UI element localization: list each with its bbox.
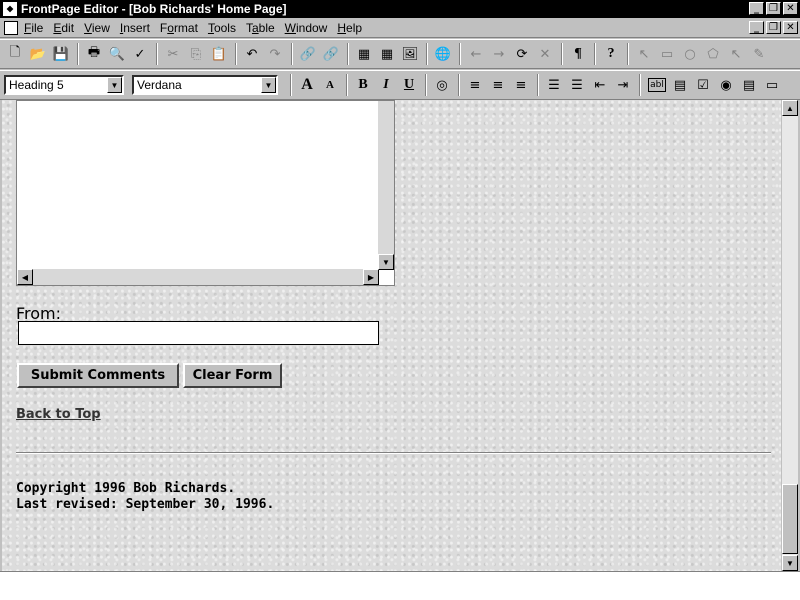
print-icon[interactable]: 🖶 (83, 43, 105, 65)
webbot-icon[interactable]: 🔗 (297, 43, 319, 65)
highlight-hotspots-icon[interactable]: ↖ (725, 43, 747, 65)
insert-image-icon[interactable]: 🖼 (399, 43, 421, 65)
italic-icon[interactable]: I (375, 74, 397, 96)
increase-indent-icon[interactable]: ⇥ (612, 74, 634, 96)
open-icon[interactable]: 📂 (27, 43, 49, 65)
one-line-textbox-icon[interactable]: abl (648, 78, 666, 92)
style-dropdown[interactable]: Heading 5 ▼ (4, 75, 124, 95)
print-preview-icon[interactable]: 🔍 (106, 43, 128, 65)
horizontal-rule (16, 452, 771, 454)
menu-item-tools[interactable]: Tools (208, 21, 236, 35)
stop-icon[interactable]: ✕ (534, 43, 556, 65)
scroll-down-icon[interactable]: ▼ (782, 555, 798, 571)
polygon-icon[interactable]: ⬠ (702, 43, 724, 65)
title-bar: FrontPage Editor - [Bob Richards' Home P… (0, 0, 800, 18)
menu-item-format[interactable]: Format (160, 21, 198, 35)
copy-icon[interactable]: ⎘ (185, 43, 207, 65)
standard-toolbar: 🗋 📂 💾 🖶 🔍 ✓ ✂ ⎘ 📋 ↶ ↷ 🔗 🔗 ▦ ▦ 🖼 🌐 ← → ⟳ … (0, 39, 800, 69)
redo-icon[interactable]: ↷ (264, 43, 286, 65)
new-page-icon[interactable]: 🗋 (4, 43, 26, 65)
scroll-right-icon[interactable]: ▶ (363, 269, 379, 285)
hyperlink-globe-icon[interactable]: 🌐 (432, 43, 454, 65)
font-value: Verdana (137, 78, 182, 92)
insert-link-icon[interactable]: 🔗 (320, 43, 342, 65)
vertical-scrollbar[interactable]: ▲ ▼ (781, 100, 798, 571)
decrease-indent-icon[interactable]: ⇤ (589, 74, 611, 96)
copyright-text: Copyright 1996 Bob Richards. (16, 481, 236, 496)
back-to-top-link[interactable]: Back to Top (16, 407, 101, 422)
menu-item-file[interactable]: File (24, 21, 43, 35)
scroll-left-icon[interactable]: ◀ (17, 269, 33, 285)
refresh-icon[interactable]: ⟳ (511, 43, 533, 65)
menu-item-table[interactable]: Table (246, 21, 275, 35)
align-left-icon[interactable]: ≡ (464, 74, 486, 96)
cut-icon[interactable]: ✂ (162, 43, 184, 65)
doc-restore-button[interactable]: ❐ (766, 21, 781, 34)
decrease-font-icon[interactable]: A (319, 74, 341, 96)
circle-icon[interactable]: ○ (679, 43, 701, 65)
scroll-thumb[interactable] (782, 484, 798, 554)
align-center-icon[interactable]: ≡ (487, 74, 509, 96)
restore-button[interactable]: ❐ (766, 2, 781, 15)
comments-textarea[interactable]: ▼ ◀ ▶ (16, 100, 395, 286)
rectangle-icon[interactable]: ▭ (656, 43, 678, 65)
document-icon[interactable] (4, 20, 18, 35)
last-revised-text: Last revised: September 30, 1996. (16, 497, 275, 512)
clear-form-button[interactable]: Clear Form (183, 363, 282, 388)
style-value: Heading 5 (9, 78, 64, 92)
underline-icon[interactable]: U (398, 74, 420, 96)
bulleted-list-icon[interactable]: ☰ (566, 74, 588, 96)
chevron-down-icon[interactable]: ▼ (107, 77, 122, 93)
make-transparent-icon[interactable]: ✎ (748, 43, 770, 65)
bottom-frame (0, 571, 800, 600)
menu-item-help[interactable]: Help (337, 21, 362, 35)
document-area[interactable]: ▼ ◀ ▶ From: Submit Comments Clear Form B… (2, 100, 781, 571)
footer: Copyright 1996 Bob Richards. Last revise… (16, 481, 274, 513)
submit-comments-button[interactable]: Submit Comments (17, 363, 179, 388)
help-icon[interactable]: ? (600, 43, 622, 65)
insert-table-icon[interactable]: ▦ (376, 43, 398, 65)
textarea-horizontal-scrollbar[interactable]: ◀ ▶ (17, 269, 379, 285)
textarea-vertical-scrollbar[interactable]: ▼ (378, 101, 394, 270)
chevron-down-icon[interactable]: ▼ (261, 77, 276, 93)
increase-font-icon[interactable]: A (296, 74, 318, 96)
window-title: FrontPage Editor - [Bob Richards' Home P… (21, 2, 287, 16)
back-icon[interactable]: ← (465, 43, 487, 65)
push-button-icon[interactable]: ▭ (761, 74, 783, 96)
paste-icon[interactable]: 📋 (208, 43, 230, 65)
show-paragraph-marks-icon[interactable]: ¶ (567, 43, 589, 65)
forward-icon[interactable]: → (488, 43, 510, 65)
scroll-down-icon[interactable]: ▼ (378, 254, 394, 270)
bold-icon[interactable]: B (352, 74, 374, 96)
close-button[interactable]: ✕ (783, 2, 798, 15)
spelling-icon[interactable]: ✓ (129, 43, 151, 65)
format-toolbar: Heading 5 ▼ Verdana ▼ A A B I U ◎ ≡ ≡ ≡ … (0, 70, 800, 100)
scroll-up-icon[interactable]: ▲ (782, 100, 798, 116)
undo-icon[interactable]: ↶ (241, 43, 263, 65)
doc-minimize-button[interactable]: _ (749, 21, 764, 34)
minimize-button[interactable]: _ (749, 2, 764, 15)
dropdown-menu-icon[interactable]: ▤ (738, 74, 760, 96)
menu-item-insert[interactable]: Insert (120, 21, 150, 35)
align-right-icon[interactable]: ≡ (510, 74, 532, 96)
menu-item-view[interactable]: View (84, 21, 110, 35)
scrolling-textbox-icon[interactable]: ▤ (669, 74, 691, 96)
text-color-icon[interactable]: ◎ (431, 74, 453, 96)
checkbox-icon[interactable]: ☑ (692, 74, 714, 96)
doc-close-button[interactable]: ✕ (783, 21, 798, 34)
from-input[interactable] (18, 321, 379, 345)
menu-item-window[interactable]: Window (285, 21, 328, 35)
menu-bar: File Edit View Insert Format Tools Table Window… (0, 18, 800, 38)
font-dropdown[interactable]: Verdana ▼ (132, 75, 278, 95)
frontpage-app-icon[interactable] (3, 2, 17, 16)
pointer-icon[interactable]: ↖ (633, 43, 655, 65)
form-field-icon[interactable]: ▦ (353, 43, 375, 65)
numbered-list-icon[interactable]: ☰ (543, 74, 565, 96)
menu-item-edit[interactable]: Edit (53, 21, 74, 35)
save-icon[interactable]: 💾 (50, 43, 72, 65)
radio-button-icon[interactable]: ◉ (715, 74, 737, 96)
